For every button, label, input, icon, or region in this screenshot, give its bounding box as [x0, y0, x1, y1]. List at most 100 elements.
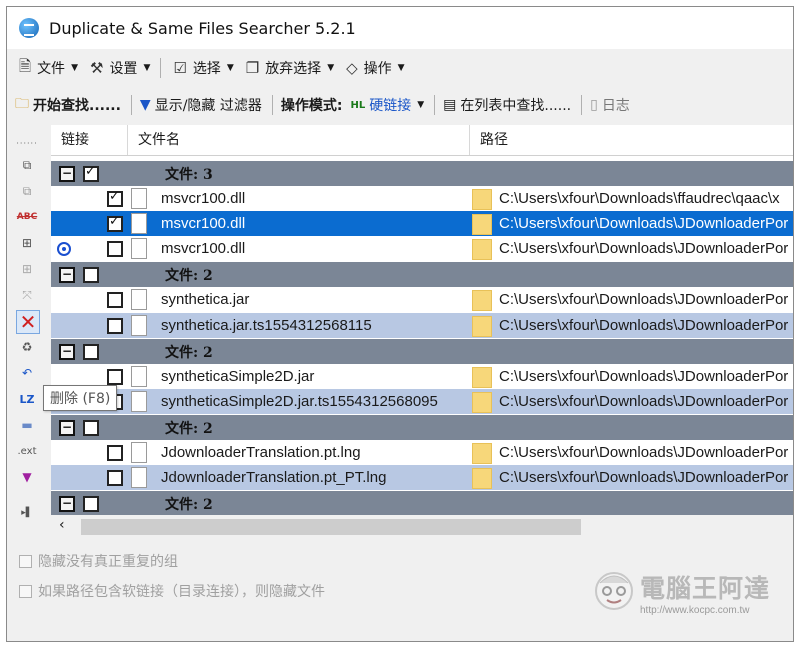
- recycle-bin-icon[interactable]: ♻: [16, 336, 38, 358]
- file-checkbox[interactable]: [107, 318, 123, 334]
- mode-label: 操作模式:: [280, 98, 343, 114]
- collapse-all-icon[interactable]: ⧉: [16, 180, 38, 202]
- option-hide-symlink-files[interactable]: 如果路径包含软链接（目录连接），则隐藏文件: [19, 581, 325, 601]
- folder-icon: [472, 316, 492, 337]
- title-bar: Duplicate & Same Files Searcher 5.2.1: [7, 7, 793, 49]
- folder-icon: [472, 443, 492, 464]
- delete-tooltip: 删除 (F8): [43, 385, 118, 411]
- file-row[interactable]: msvcr100.dll C:\Users\xfour\Downloads\ff…: [51, 186, 793, 211]
- file-row[interactable]: JdownloaderTranslation.pt.lng C:\Users\x…: [51, 440, 793, 465]
- file-icon: [131, 315, 147, 336]
- dll-file-icon: [131, 213, 147, 234]
- mode-dropdown[interactable]: HL 硬链接 ▼: [350, 95, 424, 115]
- file-checkbox[interactable]: [107, 189, 123, 207]
- column-icon[interactable]: ▬: [16, 414, 38, 436]
- undo-icon[interactable]: ↶: [16, 362, 38, 384]
- menu-file[interactable]: 🗎 文件 ▼: [19, 56, 78, 81]
- option-hide-non-duplicates[interactable]: 隐藏没有真正重复的组: [19, 551, 178, 571]
- file-row-selected[interactable]: msvcr100.dll C:\Users\xfour\Downloads\JD…: [51, 211, 793, 236]
- compress-icon[interactable]: LZ: [16, 388, 38, 410]
- column-header-path[interactable]: 路径: [470, 125, 793, 155]
- file-path: C:\Users\xfour\Downloads\JDownloaderPor: [499, 317, 789, 334]
- option-checkbox[interactable]: [19, 584, 32, 598]
- collapse-toggle-icon[interactable]: −: [59, 344, 75, 360]
- column-header-link[interactable]: 链接: [51, 125, 128, 155]
- chevron-down-icon: ▼: [417, 100, 425, 110]
- file-checkbox[interactable]: [107, 214, 123, 232]
- dll-file-icon: [131, 238, 147, 259]
- delete-icon[interactable]: ✕: [16, 310, 40, 334]
- filter-select-icon[interactable]: ▼: [16, 466, 38, 488]
- sidebar-collapse-icon[interactable]: ▸▌: [16, 502, 38, 524]
- menu-deselect[interactable]: ❐ 放弃选择 ▼: [246, 58, 334, 78]
- dll-file-icon: [131, 188, 147, 209]
- file-row[interactable]: msvcr100.dll C:\Users\xfour\Downloads\JD…: [51, 236, 793, 261]
- group-row[interactable]: − 文件: 2: [51, 491, 793, 515]
- menu-bar: 🗎 文件 ▼ ⚒ 设置 ▼ ☑ 选择 ▼ ❐ 放弃选择 ▼ ◇ 操作 ▼: [7, 55, 793, 81]
- expand-all-icon[interactable]: ⧉: [16, 154, 38, 176]
- option-label: 如果路径包含软链接（目录连接），则隐藏文件: [38, 584, 325, 600]
- file-row[interactable]: JdownloaderTranslation.pt_PT.lng C:\User…: [51, 465, 793, 490]
- log-button[interactable]: ▯ 日志: [590, 95, 630, 115]
- menu-separator: [160, 58, 162, 78]
- collapse-toggle-icon[interactable]: −: [59, 496, 75, 512]
- copy-icon[interactable]: ⊞: [16, 258, 38, 280]
- file-name: msvcr100.dll: [161, 215, 246, 232]
- group-row[interactable]: − 文件: 2: [51, 339, 793, 364]
- menu-settings[interactable]: ⚒ 设置 ▼: [90, 58, 150, 78]
- file-checkbox[interactable]: [107, 445, 123, 461]
- file-row[interactable]: synthetica.jar.ts1554312568115 C:\Users\…: [51, 313, 793, 338]
- extension-icon[interactable]: .ext: [16, 440, 38, 462]
- file-checkbox[interactable]: [107, 241, 123, 257]
- filter-toggle-button[interactable]: ▼ 显示/隐藏 过滤器: [140, 95, 262, 115]
- list-search-icon: ▤: [443, 97, 457, 113]
- column-header-filename[interactable]: 文件名: [128, 125, 470, 155]
- horizontal-scrollbar[interactable]: ‹: [51, 517, 581, 537]
- app-logo-icon: [19, 18, 39, 38]
- scrollbar-thumb[interactable]: [81, 519, 581, 535]
- scroll-left-icon[interactable]: ‹: [59, 517, 65, 533]
- collapse-toggle-icon[interactable]: −: [59, 166, 75, 182]
- grip-icon: ······: [16, 138, 38, 148]
- group-label: 文件: 2: [165, 345, 213, 361]
- link-icon[interactable]: ⤧: [16, 284, 38, 306]
- group-row[interactable]: − 文件: 2: [51, 262, 793, 287]
- rename-icon[interactable]: ABC: [16, 206, 38, 228]
- group-checkbox[interactable]: [83, 344, 99, 360]
- move-icon[interactable]: ⊞: [16, 232, 38, 254]
- group-row[interactable]: − 文件: 3: [51, 161, 793, 186]
- group-checkbox[interactable]: [83, 164, 99, 182]
- folder-icon: [472, 239, 492, 260]
- search-folder-icon: 🗀: [15, 96, 29, 112]
- watermark: 電腦王阿達 http://www.kocpc.com.tw: [592, 567, 772, 627]
- file-row[interactable]: synthetica.jar C:\Users\xfour\Downloads\…: [51, 287, 793, 312]
- group-checkbox[interactable]: [83, 496, 99, 512]
- file-name: msvcr100.dll: [161, 190, 246, 207]
- group-checkbox[interactable]: [83, 420, 99, 436]
- menu-operation-label: 操作: [363, 61, 392, 77]
- file-row[interactable]: syntheticaSimple2D.jar.ts1554312568095 C…: [51, 389, 793, 414]
- mode-value: 硬链接: [369, 98, 412, 114]
- menu-select-label: 选择: [192, 61, 221, 77]
- menu-operation[interactable]: ◇ 操作 ▼: [346, 58, 404, 78]
- file-row[interactable]: syntheticaSimple2D.jar C:\Users\xfour\Do…: [51, 364, 793, 389]
- chevron-down-icon: ▼: [143, 63, 151, 73]
- group-row[interactable]: − 文件: 2: [51, 415, 793, 440]
- menu-select[interactable]: ☑ 选择 ▼: [173, 58, 233, 78]
- collapse-toggle-icon[interactable]: −: [59, 420, 75, 436]
- hardlink-indicator-icon: [57, 242, 71, 256]
- file-checkbox[interactable]: [107, 369, 123, 385]
- settings-icon: ⚒: [89, 59, 104, 77]
- option-checkbox[interactable]: [19, 554, 32, 568]
- group-checkbox[interactable]: [83, 267, 99, 283]
- file-path: C:\Users\xfour\Downloads\JDownloaderPor: [499, 215, 789, 232]
- collapse-toggle-icon[interactable]: −: [59, 267, 75, 283]
- file-icon: [131, 442, 147, 463]
- file-checkbox[interactable]: [107, 292, 123, 308]
- file-checkbox[interactable]: [107, 470, 123, 486]
- start-search-button[interactable]: 🗀 开始查找......: [15, 93, 121, 117]
- file-path: C:\Users\xfour\Downloads\JDownloaderPor: [499, 291, 789, 308]
- hardlink-icon: HL: [350, 99, 366, 111]
- find-in-list-button[interactable]: ▤ 在列表中查找......: [443, 95, 571, 115]
- deselect-icon: ❐: [245, 59, 260, 77]
